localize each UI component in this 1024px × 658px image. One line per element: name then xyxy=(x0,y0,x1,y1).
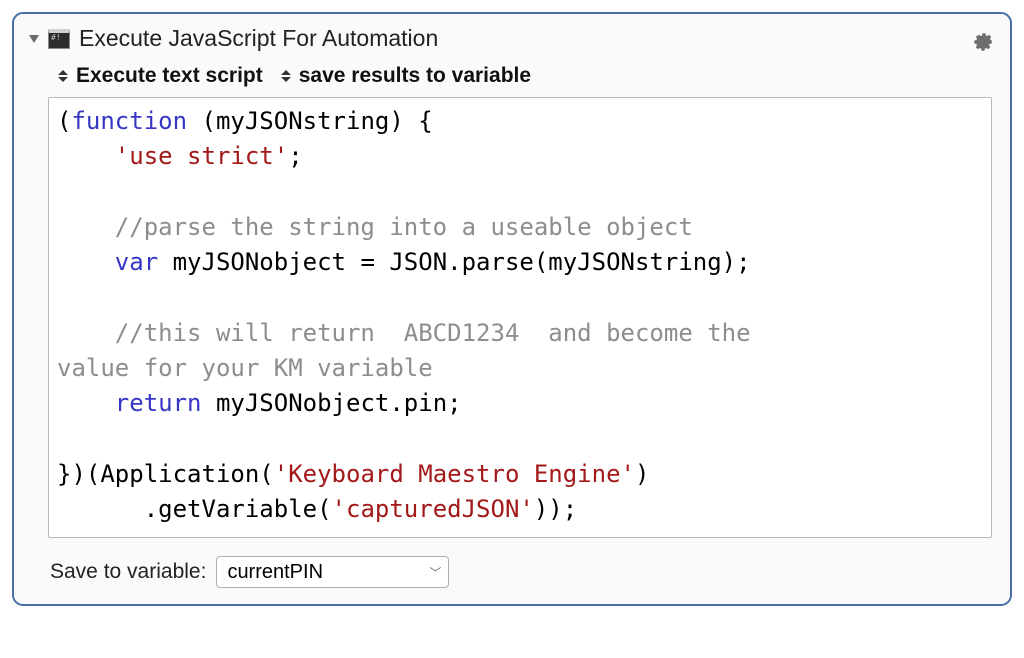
script-source-dropdown[interactable]: Execute text script xyxy=(76,64,263,88)
code-token: //parse the string into a useable object xyxy=(115,213,693,241)
code-token: var xyxy=(115,248,158,276)
code-token: myJSONobject.pin; xyxy=(202,389,462,417)
code-token: value for your KM variable xyxy=(57,354,433,382)
save-to-variable-label: Save to variable: xyxy=(50,560,206,584)
code-token: //this will return ABCD1234 and become t… xyxy=(115,319,765,347)
script-icon xyxy=(48,29,70,49)
code-token xyxy=(57,319,115,347)
code-token: .getVariable( xyxy=(57,495,332,523)
stepper-icon[interactable] xyxy=(58,70,68,82)
gear-icon xyxy=(971,27,995,51)
script-text-area[interactable]: (function (myJSONstring) { 'use strict';… xyxy=(48,97,992,538)
code-token: return xyxy=(115,389,202,417)
code-token: )); xyxy=(534,495,577,523)
action-card: Execute JavaScript For Automation Execut… xyxy=(12,12,1012,606)
code-token: ( xyxy=(57,107,71,135)
code-token: myJSONobject = JSON.parse(myJSONstring); xyxy=(158,248,750,276)
code-token xyxy=(57,248,115,276)
gear-button[interactable] xyxy=(970,26,996,52)
stepper-icon[interactable] xyxy=(281,70,291,82)
code-token: 'Keyboard Maestro Engine' xyxy=(274,460,635,488)
code-token xyxy=(57,213,115,241)
code-token: (myJSONstring) { xyxy=(187,107,433,135)
code-token: ; xyxy=(288,142,302,170)
action-header: Execute JavaScript For Automation xyxy=(28,25,996,52)
code-token: function xyxy=(71,107,187,135)
action-title: Execute JavaScript For Automation xyxy=(79,25,438,52)
code-token: ) xyxy=(635,460,649,488)
code-token: })(Application( xyxy=(57,460,274,488)
options-row: Execute text script save results to vari… xyxy=(28,64,996,88)
code-token: 'capturedJSON' xyxy=(332,495,534,523)
variable-combobox[interactable]: ﹀ xyxy=(216,556,449,588)
save-row: Save to variable: ﹀ xyxy=(50,556,996,588)
chevron-down-icon[interactable]: ﹀ xyxy=(422,564,448,581)
variable-name-input[interactable] xyxy=(217,558,422,587)
code-token: 'use strict' xyxy=(115,142,288,170)
code-token xyxy=(57,389,115,417)
disclosure-triangle-icon[interactable] xyxy=(29,35,39,43)
code-token xyxy=(57,142,115,170)
output-mode-dropdown[interactable]: save results to variable xyxy=(299,64,531,88)
